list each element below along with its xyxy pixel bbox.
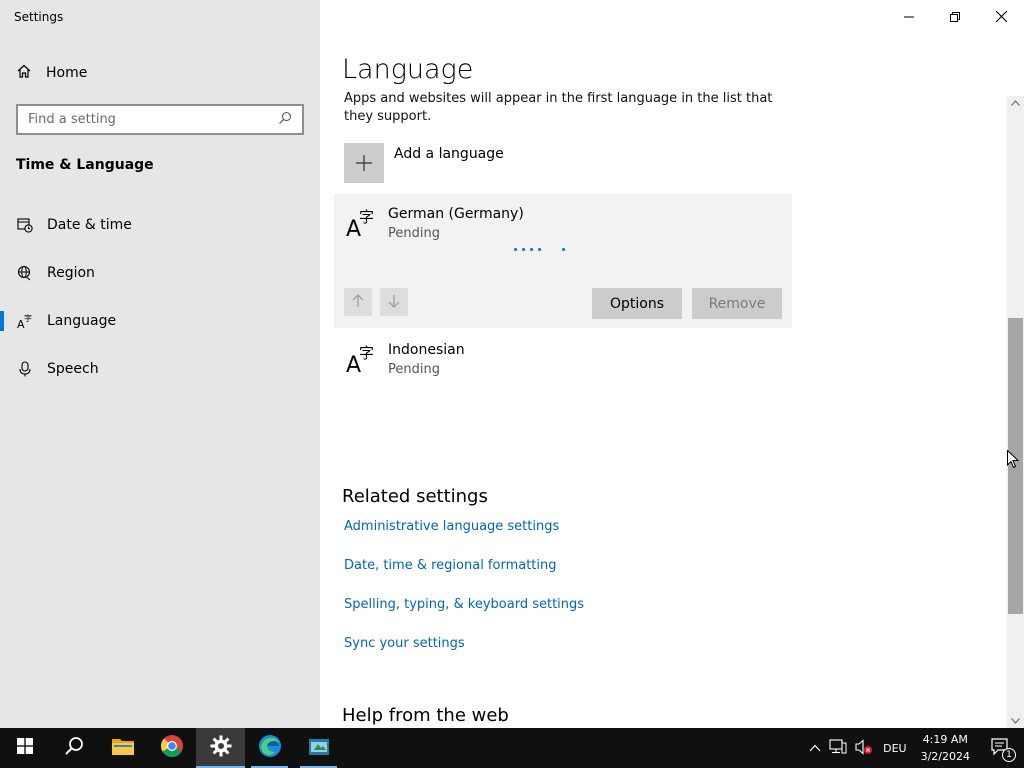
windows-icon: [16, 738, 33, 758]
chrome-button[interactable]: [147, 728, 196, 768]
arrow-up-icon: [351, 293, 365, 312]
language-status: Pending: [388, 226, 440, 241]
start-button[interactable]: [0, 728, 49, 768]
svg-text:字: 字: [359, 208, 374, 226]
page-title: Language: [342, 54, 474, 85]
sidebar-item-language[interactable]: A字 Language: [0, 305, 320, 337]
sidebar-item-speech[interactable]: Speech: [0, 353, 320, 385]
notifications-button[interactable]: 1: [978, 728, 1024, 768]
home-nav-item[interactable]: Home: [16, 63, 87, 83]
volume-muted-icon: [855, 738, 873, 758]
edge-icon: [258, 734, 282, 762]
add-language-button[interactable]: Add a language: [344, 143, 504, 183]
gear-icon: [210, 735, 232, 761]
file-explorer-button[interactable]: [98, 728, 147, 768]
minimize-icon: [904, 7, 914, 26]
network-button[interactable]: [825, 728, 851, 768]
related-settings-title: Related settings: [342, 486, 488, 507]
language-name: Indonesian: [388, 342, 465, 358]
notification-count-badge: 1: [1002, 748, 1016, 762]
sidebar-item-region[interactable]: Region: [0, 257, 320, 289]
chevron-up-icon: [809, 742, 821, 755]
search-icon[interactable]: [278, 110, 292, 129]
settings-taskbar-button[interactable]: [196, 728, 245, 768]
sidebar-item-date-time[interactable]: Date & time: [0, 209, 320, 241]
restore-button[interactable]: [932, 0, 978, 32]
scroll-up-arrow[interactable]: [1007, 96, 1024, 110]
home-icon: [16, 63, 32, 83]
app-taskbar-button[interactable]: [294, 728, 343, 768]
scroll-down-arrow[interactable]: [1007, 714, 1024, 728]
system-tray: DEU 4:19 AM 3/2/2024 1: [805, 728, 1024, 768]
close-icon: [995, 7, 1007, 26]
section-title: Time & Language: [16, 157, 154, 173]
calendar-clock-icon: [0, 217, 47, 233]
admin-language-settings-link[interactable]: Administrative language settings: [344, 519, 559, 534]
move-up-button[interactable]: [344, 288, 372, 316]
chrome-icon: [160, 734, 184, 762]
sidebar-item-label: Region: [47, 265, 95, 281]
taskbar: DEU 4:19 AM 3/2/2024 1: [0, 728, 1024, 768]
svg-text:字: 字: [359, 344, 374, 362]
mouse-cursor-icon: [1007, 449, 1020, 473]
sidebar-item-label: Speech: [47, 361, 99, 377]
microphone-icon: [0, 361, 47, 377]
help-title: Help from the web: [342, 705, 509, 726]
add-language-label: Add a language: [394, 146, 504, 162]
keyboard-settings-link[interactable]: Spelling, typing, & keyboard settings: [344, 597, 584, 612]
language-icon: A字: [346, 206, 378, 242]
options-button[interactable]: Options: [592, 288, 682, 319]
sync-settings-link[interactable]: Sync your settings: [344, 636, 465, 651]
show-hidden-icons-button[interactable]: [805, 728, 825, 768]
search-icon: [64, 736, 84, 760]
remove-button[interactable]: Remove: [692, 288, 782, 319]
regional-formatting-link[interactable]: Date, time & regional formatting: [344, 558, 557, 573]
clock[interactable]: 4:19 AM 3/2/2024: [913, 728, 978, 768]
sidebar-item-label: Language: [47, 313, 117, 329]
language-name: German (Germany): [388, 206, 524, 222]
arrow-down-icon: [387, 293, 401, 312]
clock-date: 3/2/2024: [920, 750, 970, 763]
language-item-selected[interactable]: A字 German (Germany) Pending Options Remo…: [334, 194, 792, 328]
loading-indicator: [514, 248, 565, 251]
restore-icon: [950, 7, 960, 26]
svg-text:字: 字: [24, 313, 32, 323]
move-down-button[interactable]: [380, 288, 408, 316]
main-content: Language Apps and websites will appear i…: [320, 0, 1024, 728]
sidebar-item-label: Date & time: [47, 217, 132, 233]
clock-time: 4:19 AM: [922, 733, 968, 746]
app-icon: [308, 737, 329, 759]
language-description: Apps and websites will appear in the fir…: [344, 91, 773, 124]
app-title: Settings: [14, 10, 64, 24]
edge-button[interactable]: [245, 728, 294, 768]
search-box[interactable]: [16, 104, 304, 135]
folder-icon: [111, 737, 134, 759]
language-item[interactable]: A字 Indonesian Pending: [346, 342, 465, 378]
input-language-indicator[interactable]: DEU: [877, 728, 912, 768]
taskbar-search-button[interactable]: [49, 728, 98, 768]
globe-icon: [0, 265, 47, 281]
network-icon: [829, 738, 847, 758]
close-button[interactable]: [978, 0, 1024, 32]
language-icon: A字: [0, 313, 47, 329]
minimize-button[interactable]: [886, 0, 932, 32]
language-status: Pending: [388, 362, 440, 377]
language-icon: A字: [346, 342, 378, 378]
sidebar: Settings Home Time & Language Date & tim…: [0, 0, 320, 728]
volume-button[interactable]: [851, 728, 877, 768]
search-input[interactable]: [28, 112, 278, 127]
plus-icon: [344, 143, 384, 183]
scrollbar[interactable]: [1007, 96, 1024, 728]
home-label: Home: [46, 65, 88, 81]
